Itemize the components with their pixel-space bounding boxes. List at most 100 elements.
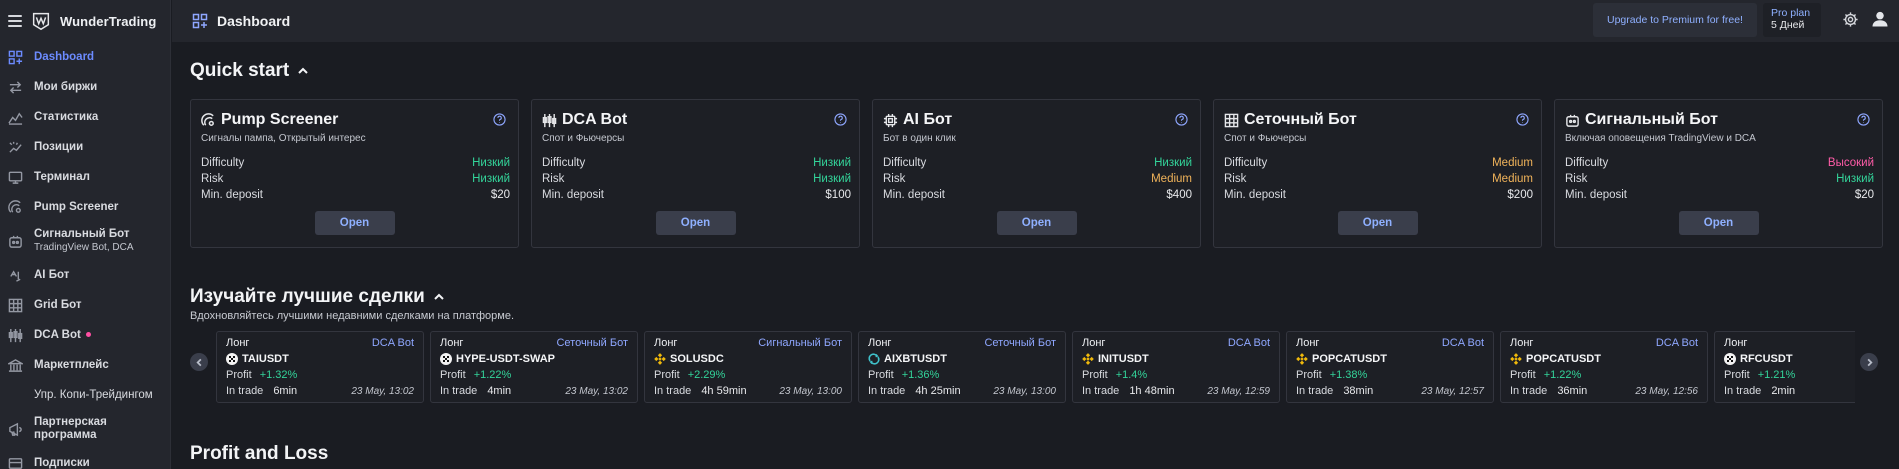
trade-card[interactable]: Лонг DCA Bot TAIUSDT Profit +1.32% In trade 6m… [216,331,424,403]
quick-start-header[interactable]: Quick start [190,60,309,82]
min-deposit-value: $100 [825,189,851,201]
help-icon[interactable] [1175,113,1188,126]
signal-bot-icon [8,234,23,249]
sidebar-item-statistics[interactable]: Статистика [0,102,170,132]
duration-value: 36min [1557,385,1588,397]
trade-pair-label: TAIUSDT [242,353,289,365]
sidebar-item-positions[interactable]: Позиции [0,132,170,162]
min-deposit-value: $200 [1507,189,1533,201]
upgrade-premium-button[interactable]: Upgrade to Premium for free! [1593,3,1757,37]
sidebar-item-label: Упр. Копи-Трейдингом [34,389,153,401]
sidebar-item-affiliate[interactable]: Партнерская программа [0,410,170,448]
open-button[interactable]: Open [1337,211,1418,235]
open-button[interactable]: Open [1678,211,1759,235]
trade-profit: Profit +1.21% [1724,369,1795,381]
sidebar-item-label: Dashboard [34,51,95,63]
trade-pair-label: AIXBTUSDT [884,353,947,365]
plan-badge[interactable]: Pro plan 5 Дней [1763,3,1821,37]
sidebar-item-copy-trading[interactable]: Упр. Копи-Трейдингом [0,380,170,410]
quick-start-title: Quick start [190,60,290,81]
best-trades-header[interactable]: Изучайте лучшие сделки [190,286,445,308]
sidebar-item-dca-bot[interactable]: DCA Bot [0,320,170,350]
open-button[interactable]: Open [996,211,1077,235]
min-deposit-label: Min. deposit [883,189,946,201]
plan-days: 5 Дней [1771,19,1805,31]
marketplace-icon [8,358,23,373]
sidebar-item-dashboard[interactable]: Dashboard [0,42,170,72]
trade-side: Лонг [1082,337,1106,349]
help-icon[interactable] [1857,113,1870,126]
carousel-prev-button[interactable] [190,353,208,371]
profit-value: +2.29% [687,369,726,381]
help-icon[interactable] [1516,113,1529,126]
sidebar-item-marketplace[interactable]: Маркетплейс [0,350,170,380]
sidebar-item-terminal[interactable]: Терминал [0,162,170,192]
trade-bot-type: DCA Bot [1227,337,1270,349]
trade-bot-type: DCA Bot [1441,337,1484,349]
risk-value: Низкий [472,173,510,185]
best-trades-title: Изучайте лучшие сделки [190,286,425,307]
risk-label: Risk [883,173,906,185]
trade-profit: Profit +2.29% [654,369,725,381]
card-title: DCA Bot [562,111,628,128]
trade-card[interactable]: ЛонгСетRFCUSDTProfit+1.21%In trade2min [1714,331,1855,403]
risk-label: Risk [542,173,565,185]
trade-card[interactable]: Лонг Сеточный Бот HYPE-USDT-SWAP Profit +1.2… [430,331,638,403]
trade-card[interactable]: Лонг DCA Bot POPCATUSDT Profit +1.38% In trad… [1286,331,1494,403]
wundertrading-logo[interactable] [30,10,52,32]
pnl-title-text: Profit and Loss [190,443,329,464]
risk-label: Risk [1565,173,1588,185]
risk-value: Низкий [1836,173,1874,185]
trade-card[interactable]: Лонг Сигнальный Бот SOLUSDC Profit +2.29% In … [644,331,852,403]
trade-date: 23 May, 13:00 [993,386,1056,397]
sidebar-item-subscriptions[interactable]: Подписки [0,448,170,469]
difficulty-label: Difficulty [542,157,586,169]
sidebar-item-pump-screener[interactable]: Pump Screener [0,192,170,222]
min-deposit-label: Min. deposit [1224,189,1287,201]
sidebar-item-label: Партнерская программа [34,416,107,441]
difficulty-label: Difficulty [1565,157,1609,169]
duration-value: 4min [487,385,512,397]
trade-duration: In trade 4min [440,385,511,397]
open-button[interactable]: Open [314,211,395,235]
hamburger-menu-icon[interactable] [8,15,22,27]
trade-pair: RFCUSDT [1724,353,1793,365]
risk-label: Risk [1224,173,1247,185]
card-title: Pump Screener [221,111,339,128]
risk-value: Низкий [813,173,851,185]
statistics-icon [8,110,23,125]
min-deposit-value: $20 [490,189,510,201]
sidebar-item-ai-bot[interactable]: AI Бот [0,260,170,290]
trade-pair: TAIUSDT [226,353,289,365]
carousel-next-button[interactable] [1860,353,1878,371]
trade-card[interactable]: Лонг Сеточный Бот AIXBTUSDT Profit +1.36% In … [858,331,1066,403]
trade-card[interactable]: Лонг DCA Bot POPCATUSDT Profit +1.22% In trad… [1500,331,1708,403]
sidebar-item-exchanges[interactable]: Мои биржи [0,72,170,102]
difficulty-value: Высокий [1827,157,1874,169]
gear-icon[interactable] [1842,11,1859,28]
chevron-up-icon[interactable] [433,291,445,303]
topbar: Dashboard Upgrade to Premium for free! P… [172,0,1899,42]
affiliate-icon [8,422,23,437]
user-avatar-icon[interactable] [1870,9,1890,29]
trade-side: Лонг [1296,337,1320,349]
chevron-up-icon[interactable] [297,65,309,77]
duration-value: 1h 48min [1129,385,1175,397]
trade-duration: In trade 2min [1724,385,1795,397]
help-icon[interactable] [493,113,506,126]
min-deposit-value: $20 [1854,189,1874,201]
in-trade-label: In trade [440,385,478,397]
trade-pair-label: RFCUSDT [1740,353,1793,365]
sidebar-item-signal-bot[interactable]: Сигнальный Бот TradingView Bot, DCA [0,222,170,260]
trade-card[interactable]: Лонг DCA Bot INITUSDT Profit +1.4% In trade 1h… [1072,331,1280,403]
open-button[interactable]: Open [655,211,736,235]
in-trade-label: In trade [1296,385,1334,397]
help-icon[interactable] [834,113,847,126]
sidebar-item-grid-bot[interactable]: Grid Бот [0,290,170,320]
trade-pair-label: INITUSDT [1098,353,1149,365]
pump-screener-icon [8,199,23,215]
trade-profit: Profit +1.36% [868,369,939,381]
in-trade-label: In trade [226,385,264,397]
sidebar-item-sublabel: TradingView Bot, DCA [34,242,134,253]
terminal-icon [8,170,23,185]
